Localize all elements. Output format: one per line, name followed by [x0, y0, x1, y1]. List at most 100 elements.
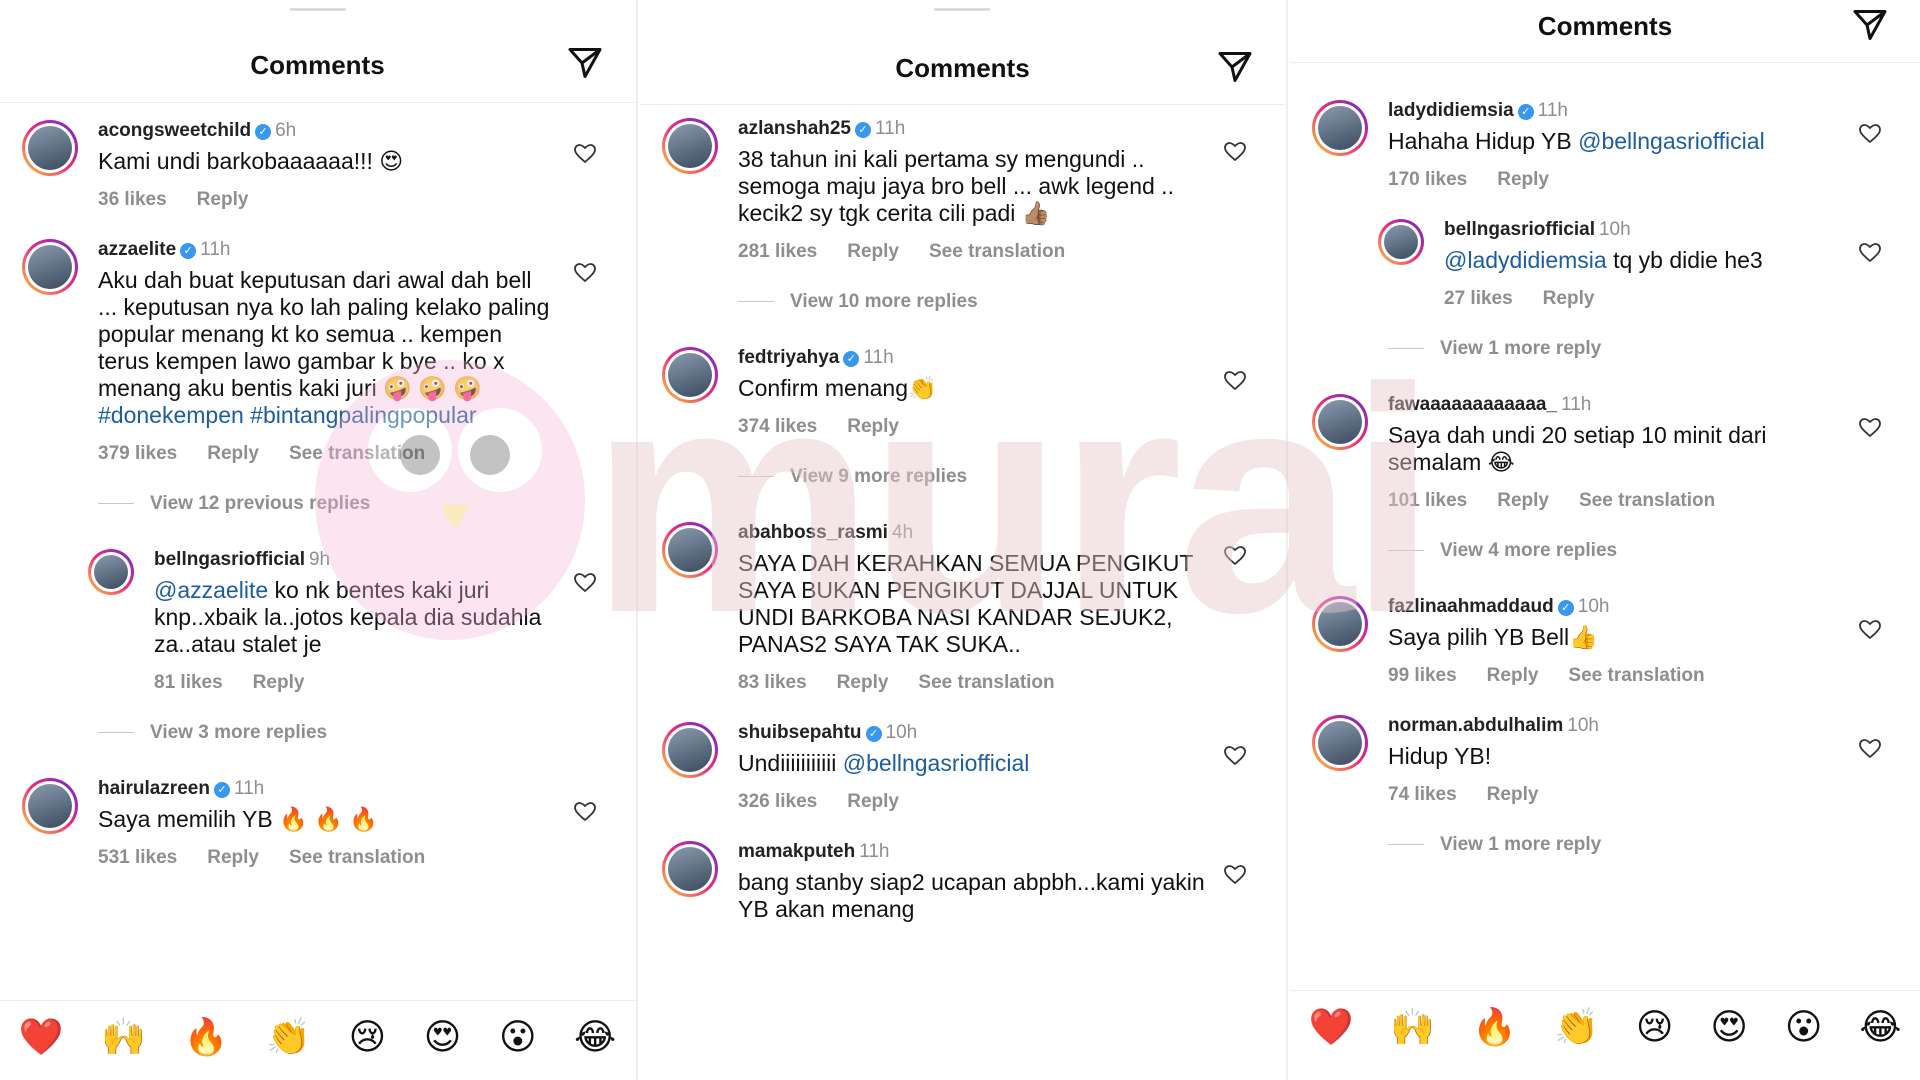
username[interactable]: ladydidiemsia: [1388, 100, 1514, 121]
like-heart-icon[interactable]: [1223, 863, 1247, 887]
view-more-replies[interactable]: View 9 more replies: [738, 466, 1285, 488]
like-heart-icon[interactable]: [573, 571, 597, 595]
reply-button[interactable]: Reply: [1487, 784, 1539, 805]
username[interactable]: azzaelite: [98, 239, 176, 260]
reply-button[interactable]: Reply: [207, 847, 259, 868]
reply-button[interactable]: Reply: [197, 189, 249, 210]
emoji-reaction-button[interactable]: 👏: [266, 1001, 311, 1075]
reply-button[interactable]: Reply: [1497, 490, 1549, 511]
likes-count[interactable]: 326 likes: [738, 791, 817, 812]
avatar[interactable]: [662, 118, 718, 174]
emoji-reaction-button[interactable]: 😮: [1785, 991, 1823, 1065]
username[interactable]: azlanshah25: [738, 118, 851, 139]
send-icon[interactable]: [1217, 49, 1253, 85]
emoji-reaction-button[interactable]: 😂: [574, 1001, 616, 1075]
emoji-reaction-button[interactable]: 🔥: [1472, 991, 1517, 1065]
like-heart-icon[interactable]: [1858, 241, 1882, 265]
view-more-replies[interactable]: View 1 more reply: [1388, 834, 1920, 856]
like-heart-icon[interactable]: [1858, 618, 1882, 642]
emoji-reaction-button[interactable]: ❤️: [19, 1001, 64, 1075]
username[interactable]: fawaaaaaaaaaaaa_: [1388, 394, 1557, 415]
avatar[interactable]: [22, 239, 78, 295]
avatar[interactable]: [1312, 715, 1368, 771]
see-translation-button[interactable]: See translation: [289, 443, 425, 464]
emoji-reaction-button[interactable]: 😂: [1859, 991, 1901, 1065]
emoji-reaction-button[interactable]: 👏: [1554, 991, 1599, 1065]
see-translation-button[interactable]: See translation: [1568, 665, 1704, 686]
view-more-replies[interactable]: View 10 more replies: [738, 291, 1285, 313]
emoji-reaction-button[interactable]: 😮: [499, 1001, 537, 1075]
like-heart-icon[interactable]: [1858, 737, 1882, 761]
drag-handle[interactable]: [934, 8, 990, 11]
likes-count[interactable]: 74 likes: [1388, 784, 1457, 805]
like-heart-icon[interactable]: [573, 142, 597, 166]
username[interactable]: norman.abdulhalim: [1388, 715, 1563, 736]
username[interactable]: hairulazreen: [98, 778, 210, 799]
reply-button[interactable]: Reply: [1543, 288, 1595, 309]
username[interactable]: fedtriyahya: [738, 347, 839, 368]
like-heart-icon[interactable]: [1858, 122, 1882, 146]
view-more-replies[interactable]: View 12 previous replies: [98, 493, 635, 515]
avatar[interactable]: [22, 120, 78, 176]
username[interactable]: acongsweetchild: [98, 120, 251, 141]
avatar[interactable]: [662, 522, 718, 578]
likes-count[interactable]: 99 likes: [1388, 665, 1457, 686]
likes-count[interactable]: 101 likes: [1388, 490, 1467, 511]
like-heart-icon[interactable]: [1223, 744, 1247, 768]
likes-count[interactable]: 36 likes: [98, 189, 167, 210]
reply-button[interactable]: Reply: [847, 791, 899, 812]
avatar[interactable]: [88, 549, 134, 595]
view-more-replies[interactable]: View 1 more reply: [1388, 338, 1920, 360]
mention-link[interactable]: @azzaelite: [154, 577, 268, 603]
like-heart-icon[interactable]: [1223, 140, 1247, 164]
likes-count[interactable]: 379 likes: [98, 443, 177, 464]
username[interactable]: fazlinaahmaddaud: [1388, 596, 1554, 617]
emoji-reaction-button[interactable]: 😢: [1636, 991, 1674, 1065]
reply-button[interactable]: Reply: [847, 416, 899, 437]
avatar[interactable]: [662, 347, 718, 403]
username[interactable]: shuibsepahtu: [738, 722, 862, 743]
send-icon[interactable]: [1852, 7, 1888, 43]
reply-button[interactable]: Reply: [253, 672, 305, 693]
see-translation-button[interactable]: See translation: [1579, 490, 1715, 511]
reply-button[interactable]: Reply: [847, 241, 899, 262]
emoji-reaction-button[interactable]: 😢: [349, 1001, 387, 1075]
view-more-replies[interactable]: View 4 more replies: [1388, 540, 1920, 562]
see-translation-button[interactable]: See translation: [289, 847, 425, 868]
like-heart-icon[interactable]: [1223, 369, 1247, 393]
mention-link[interactable]: @bellngasriofficial: [843, 750, 1030, 776]
avatar[interactable]: [1378, 219, 1424, 265]
avatar[interactable]: [662, 841, 718, 897]
see-translation-button[interactable]: See translation: [929, 241, 1065, 262]
username[interactable]: mamakputeh: [738, 841, 855, 862]
send-icon[interactable]: [567, 45, 603, 81]
likes-count[interactable]: 81 likes: [154, 672, 223, 693]
emoji-reaction-button[interactable]: 🙌: [101, 1001, 146, 1075]
likes-count[interactable]: 83 likes: [738, 672, 807, 693]
likes-count[interactable]: 531 likes: [98, 847, 177, 868]
likes-count[interactable]: 281 likes: [738, 241, 817, 262]
emoji-reaction-button[interactable]: 😍: [424, 1001, 462, 1075]
likes-count[interactable]: 27 likes: [1444, 288, 1513, 309]
mention-link[interactable]: @bellngasriofficial: [1578, 128, 1765, 154]
emoji-reaction-button[interactable]: 😍: [1710, 991, 1748, 1065]
reply-button[interactable]: Reply: [1497, 169, 1549, 190]
username[interactable]: bellngasriofficial: [154, 549, 305, 570]
username[interactable]: abahboss_rasmi: [738, 522, 888, 543]
reply-button[interactable]: Reply: [837, 672, 889, 693]
like-heart-icon[interactable]: [1858, 416, 1882, 440]
username[interactable]: bellngasriofficial: [1444, 219, 1595, 240]
mention-link[interactable]: #donekempen #bintangpalingpopular: [98, 402, 477, 428]
mention-link[interactable]: @ladydidiemsia: [1444, 247, 1607, 273]
avatar[interactable]: [662, 722, 718, 778]
like-heart-icon[interactable]: [573, 261, 597, 285]
avatar[interactable]: [1312, 100, 1368, 156]
likes-count[interactable]: 170 likes: [1388, 169, 1467, 190]
like-heart-icon[interactable]: [573, 800, 597, 824]
see-translation-button[interactable]: See translation: [918, 672, 1054, 693]
emoji-reaction-button[interactable]: 🔥: [184, 1001, 229, 1075]
avatar[interactable]: [1312, 596, 1368, 652]
emoji-reaction-button[interactable]: ❤️: [1309, 991, 1354, 1065]
avatar[interactable]: [22, 778, 78, 834]
avatar[interactable]: [1312, 394, 1368, 450]
